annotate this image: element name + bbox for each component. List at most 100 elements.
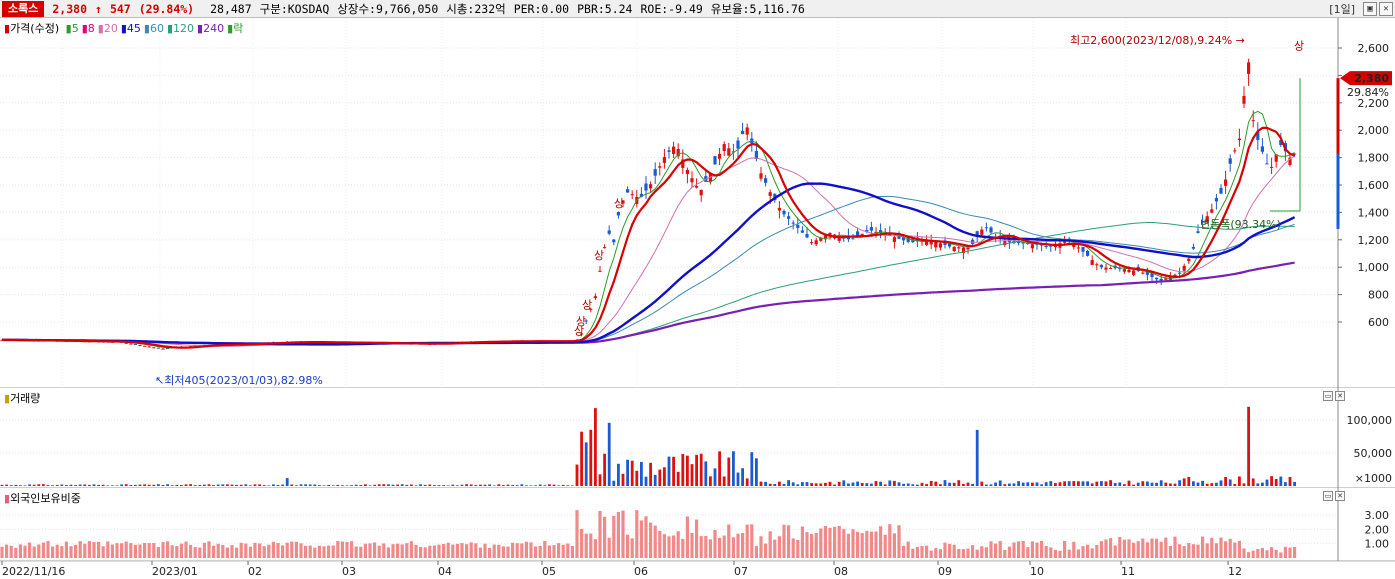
volume-bar [736, 472, 740, 486]
foreign-bar [419, 547, 423, 558]
stock-name[interactable]: 소록스 [2, 0, 45, 17]
limit-up-mark: 상 [576, 315, 586, 328]
pane-restore-icon[interactable]: ▭ [1323, 491, 1333, 501]
foreign-bar [672, 535, 676, 558]
up-arrow-icon: ↑ [95, 1, 102, 16]
ma-legend-item: ▮60 [143, 22, 164, 35]
candle-body [672, 146, 676, 155]
foreign-bar [653, 525, 657, 558]
foreign-bar [97, 541, 101, 558]
foreign-bar [1072, 541, 1076, 558]
foreign-bar [1003, 549, 1007, 558]
volume-bar [649, 462, 652, 486]
foreign-bar [892, 533, 896, 558]
volume-bar [1090, 483, 1094, 486]
foreign-bar [396, 543, 400, 558]
volume-bar [943, 480, 947, 486]
candle-body [695, 186, 699, 188]
foreign-bar [474, 543, 478, 558]
foreign-bar [750, 524, 754, 558]
foreign-bar [1035, 542, 1039, 558]
foreign-bar [805, 532, 809, 558]
foreign-bar [437, 544, 441, 558]
candle-body [791, 222, 795, 224]
close-icon[interactable]: ✕ [1379, 2, 1393, 16]
price-pane[interactable]: ▮가격(수정) ▮5▮8▮20▮45▮60▮120▮240▮락 2,6002,4… [0, 18, 1395, 388]
foreign-bar [23, 545, 27, 558]
volume-bar [423, 484, 427, 486]
volume-bar [727, 457, 731, 486]
foreign-bar [649, 522, 653, 558]
volume-bar [345, 485, 349, 486]
foreign-bar [1145, 542, 1149, 558]
candle-body [713, 156, 717, 165]
volume-bar [373, 484, 376, 486]
foreign-bar [124, 541, 128, 558]
foreign-chart[interactable]: 3.002.00 1.00 [0, 488, 1395, 561]
volume-bar [994, 482, 997, 486]
volume-bar [88, 484, 91, 486]
foreign-bar [851, 529, 855, 558]
volume-bar [520, 484, 524, 486]
candle-body [1187, 258, 1191, 262]
foreign-bar [386, 547, 390, 558]
volume-bar [364, 484, 367, 486]
volume-bar [1100, 481, 1103, 486]
volume-bar [1196, 482, 1200, 486]
pane-restore-icon[interactable]: ▭ [1323, 391, 1333, 401]
volume-bar [787, 480, 790, 486]
foreign-bar [667, 536, 671, 558]
foreign-bar [570, 545, 574, 558]
x-tick-label: 10 [1030, 565, 1044, 578]
volume-bar [258, 484, 261, 486]
foreign-bar [46, 540, 50, 558]
volume-bar [1136, 482, 1140, 486]
volume-bar [1104, 481, 1108, 486]
pane-close-icon[interactable]: ✕ [1335, 391, 1345, 401]
maximize-icon[interactable]: ▣ [1363, 2, 1377, 16]
foreign-bar [777, 536, 781, 558]
foreign-bar [32, 546, 36, 558]
foreign-bar [1086, 544, 1090, 558]
foreign-bar [1233, 542, 1237, 558]
foreign-bar [534, 546, 538, 558]
foreign-bar [1210, 537, 1214, 558]
volume-bar [1040, 484, 1043, 486]
candle-body [1196, 231, 1200, 233]
period-selector[interactable]: [1일] [1329, 1, 1355, 17]
foreign-bar [225, 547, 229, 558]
foreign-bar [823, 525, 827, 558]
pane-close-icon[interactable]: ✕ [1335, 491, 1345, 501]
volume-bar [1150, 482, 1154, 486]
volume-bar [851, 482, 855, 486]
foreign-bar [791, 538, 795, 558]
foreign-bar [1044, 545, 1048, 558]
foreign-bar [1058, 550, 1062, 558]
volume-bar [157, 484, 160, 486]
foreign-pane[interactable]: ▮외국인보유비중 ▭ ✕ 3.00 2.00 1.00 [0, 488, 1395, 561]
volume-bar [1095, 481, 1099, 486]
candle-body [869, 227, 873, 231]
price-chart[interactable]: 2,6002,4002,2002,0001,8001,6001,4001,200… [0, 18, 1395, 388]
volume-bar [1284, 482, 1287, 486]
foreign-bar [115, 543, 119, 558]
foreign-bar [414, 544, 418, 558]
foreign-bar [359, 546, 363, 558]
foreign-bar [704, 535, 708, 558]
foreign-bar [212, 545, 216, 558]
foreign-bar [787, 525, 791, 558]
volume-bar [1026, 482, 1030, 486]
volume-bar [460, 484, 464, 486]
foreign-bar [938, 549, 942, 558]
volume-bar [253, 484, 257, 486]
foreign-bar [943, 542, 947, 558]
volume-bar [124, 484, 128, 486]
volume-bar [143, 484, 146, 486]
foreign-bar [754, 546, 758, 558]
volume-bar [1228, 479, 1232, 486]
volume-bar [883, 484, 887, 486]
volume-pane[interactable]: ▮거래량 ▭ ✕ 100,000 50,000 ×1000 [0, 388, 1395, 488]
volume-chart[interactable]: 100,000 50,000 ×1000 [0, 388, 1395, 488]
volume-bar [446, 485, 450, 486]
volume-bar [1288, 476, 1292, 486]
